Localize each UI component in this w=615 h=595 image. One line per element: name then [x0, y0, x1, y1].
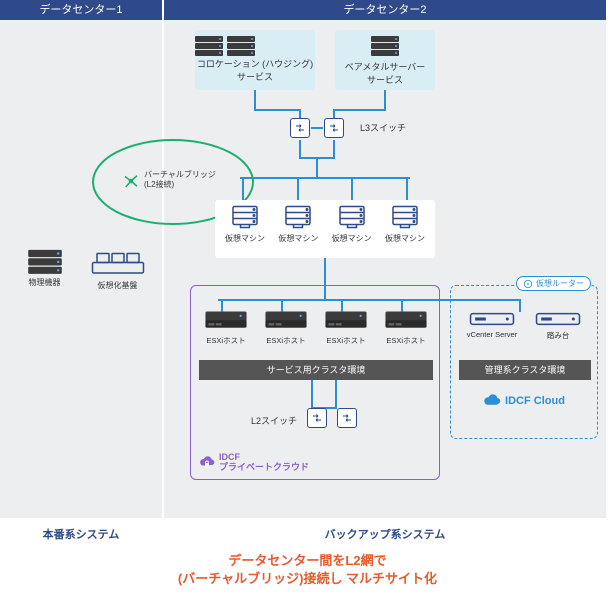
dc1-header: データセンター1	[0, 0, 162, 20]
server-stack-icon	[195, 36, 315, 57]
private-cloud-zone: ESXiホスト ESXiホスト ESXiホスト ESXiホスト サービス用クラス…	[190, 285, 440, 480]
vm-icon	[337, 205, 367, 229]
physical-equipment: 物理機器	[16, 252, 74, 291]
vm-item: 仮想マシン	[328, 205, 376, 256]
vcenter-server: vCenter Server	[463, 312, 521, 341]
dc1-footer: 本番系システム	[0, 526, 162, 544]
esxi-host: ESXiホスト	[259, 310, 313, 346]
host-icon	[324, 310, 368, 332]
host-icon	[264, 310, 308, 332]
virtual-router-badge: 仮想ルーター	[516, 276, 591, 291]
esxi-host: ESXiホスト	[319, 310, 373, 346]
vm-item: 仮想マシン	[274, 205, 322, 256]
bastion-server: 踏み台	[529, 312, 587, 341]
esxi-host: ESXiホスト	[379, 310, 433, 346]
vm-group: 仮想マシン 仮想マシン 仮想マシン 仮想マシン	[215, 200, 435, 258]
esxi-host: ESXiホスト	[199, 310, 253, 346]
l2-switches	[307, 408, 357, 428]
virtualization-platform: 仮想化基盤	[89, 252, 147, 291]
vm-icon	[390, 205, 420, 229]
switch-icon	[307, 408, 327, 428]
vm-item: 仮想マシン	[381, 205, 429, 256]
switch-icon	[324, 118, 344, 138]
colocation-service: コロケーション (ハウジング) サービス	[195, 30, 315, 90]
switch-icon	[290, 118, 310, 138]
baremetal-service: ベアメタルサーバー サービス	[335, 30, 435, 90]
l3-switches	[290, 118, 350, 140]
dc2-footer: バックアップ系システム	[164, 526, 606, 544]
server-stack-icon	[371, 36, 399, 57]
vbridge-label-2: (L2接続)	[144, 180, 216, 190]
cloud-lock-icon	[199, 455, 215, 471]
router-icon	[523, 279, 533, 289]
server-stack-icon	[28, 250, 62, 275]
mgmt-cluster-zone: 仮想ルーター vCenter Server 踏み台 管理系クラスタ環境 IDCF…	[450, 285, 598, 439]
vm-icon	[230, 205, 260, 229]
virt-platform-icon	[91, 252, 145, 276]
idcf-cloud-label: IDCF Cloud	[451, 394, 597, 408]
service-cluster-bar: サービス用クラスタ環境	[199, 360, 433, 380]
l3-label: L3スイッチ	[360, 121, 406, 134]
l2-label: L2スイッチ	[251, 414, 297, 427]
switch-icon	[337, 408, 357, 428]
host-icon	[384, 310, 428, 332]
vm-icon	[283, 205, 313, 229]
mgmt-cluster-bar: 管理系クラスタ環境	[459, 360, 591, 380]
vbridge-label-1: バーチャルブリッジ	[144, 170, 216, 180]
host-icon	[204, 310, 248, 332]
server-icon	[535, 312, 581, 326]
vm-item: 仮想マシン	[221, 205, 269, 256]
caption: データセンター間をL2網で (バーチャルブリッジ)接続し マルチサイト化	[0, 552, 615, 588]
dc2-header: データセンター2	[164, 0, 606, 20]
cloud-icon	[483, 394, 501, 408]
server-icon	[469, 312, 515, 326]
